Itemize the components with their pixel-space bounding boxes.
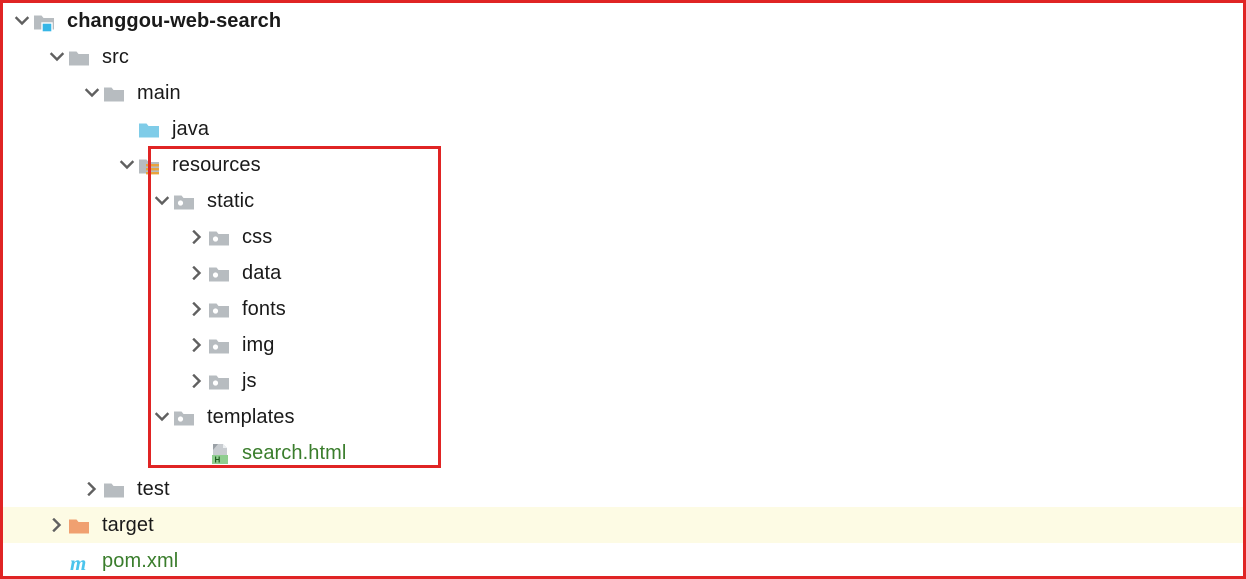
tree-row-target[interactable]: target (3, 507, 1243, 543)
tree-row-test[interactable]: test (3, 471, 1243, 507)
tree-row-css[interactable]: css (3, 219, 1243, 255)
tree-node-label: static (207, 190, 255, 212)
folder-dot-icon (173, 189, 199, 213)
folder-resources-icon (138, 153, 164, 177)
tree-row-pom.xml[interactable]: m pom.xml (3, 543, 1243, 576)
tree-row-changgou-web-search[interactable]: changgou-web-search (3, 3, 1243, 39)
folder-source-icon (138, 117, 164, 141)
folder-plain-icon (68, 45, 94, 69)
tree-row-static[interactable]: static (3, 183, 1243, 219)
tree-row-templates[interactable]: templates (3, 399, 1243, 435)
tree-node-label: src (102, 46, 129, 68)
folder-dot-icon (208, 297, 234, 321)
folder-dot-icon (208, 225, 234, 249)
tree-row-js[interactable]: js (3, 363, 1243, 399)
folder-module-icon (33, 9, 59, 33)
tree-node-label: target (102, 514, 154, 536)
chevron-right-icon[interactable] (186, 255, 208, 291)
tree-row-search.html[interactable]: Hsearch.html (3, 435, 1243, 471)
tree-node-label: img (242, 334, 275, 356)
folder-dot-icon (208, 369, 234, 393)
project-file-tree[interactable]: changgou-web-search src main java resources s… (3, 3, 1243, 576)
tree-node-label: resources (172, 154, 261, 176)
folder-dot-icon (208, 333, 234, 357)
svg-text:m: m (70, 551, 86, 573)
folder-plain-icon (103, 81, 129, 105)
chevron-right-icon[interactable] (186, 363, 208, 399)
chevron-down-icon[interactable] (81, 75, 103, 111)
tree-row-src[interactable]: src (3, 39, 1243, 75)
chevron-right-icon[interactable] (46, 507, 68, 543)
file-html-icon: H (208, 441, 234, 465)
chevron-right-icon[interactable] (186, 291, 208, 327)
tree-row-data[interactable]: data (3, 255, 1243, 291)
chevron-down-icon[interactable] (46, 39, 68, 75)
tree-row-java[interactable]: java (3, 111, 1243, 147)
chevron-right-icon[interactable] (186, 327, 208, 363)
tree-row-resources[interactable]: resources (3, 147, 1243, 183)
chevron-right-icon[interactable] (186, 219, 208, 255)
tree-node-label: templates (207, 406, 295, 428)
folder-plain-icon (103, 477, 129, 501)
tree-node-label: changgou-web-search (67, 10, 282, 32)
tree-node-label: main (137, 82, 181, 104)
tree-node-label: data (242, 262, 282, 284)
folder-excluded-icon (68, 513, 94, 537)
tree-twisty-placeholder (46, 543, 68, 576)
tree-row-img[interactable]: img (3, 327, 1243, 363)
chevron-right-icon[interactable] (81, 471, 103, 507)
folder-dot-icon (208, 261, 234, 285)
tree-node-label: test (137, 478, 170, 500)
chevron-down-icon[interactable] (116, 147, 138, 183)
chevron-down-icon[interactable] (151, 399, 173, 435)
svg-text:H: H (215, 456, 221, 465)
folder-dot-icon (173, 405, 199, 429)
tree-node-label: css (242, 226, 273, 248)
tree-node-label: pom.xml (102, 550, 179, 572)
tree-node-label: search.html (242, 442, 347, 464)
screenshot-frame: changgou-web-search src main java resources s… (0, 0, 1246, 579)
chevron-down-icon[interactable] (151, 183, 173, 219)
tree-row-main[interactable]: main (3, 75, 1243, 111)
chevron-down-icon[interactable] (11, 3, 33, 39)
tree-node-label: fonts (242, 298, 286, 320)
tree-row-fonts[interactable]: fonts (3, 291, 1243, 327)
tree-node-label: js (242, 370, 257, 392)
tree-node-label: java (172, 118, 210, 140)
tree-twisty-placeholder (116, 111, 138, 147)
file-maven-icon: m (68, 549, 94, 573)
tree-twisty-placeholder (186, 435, 208, 471)
